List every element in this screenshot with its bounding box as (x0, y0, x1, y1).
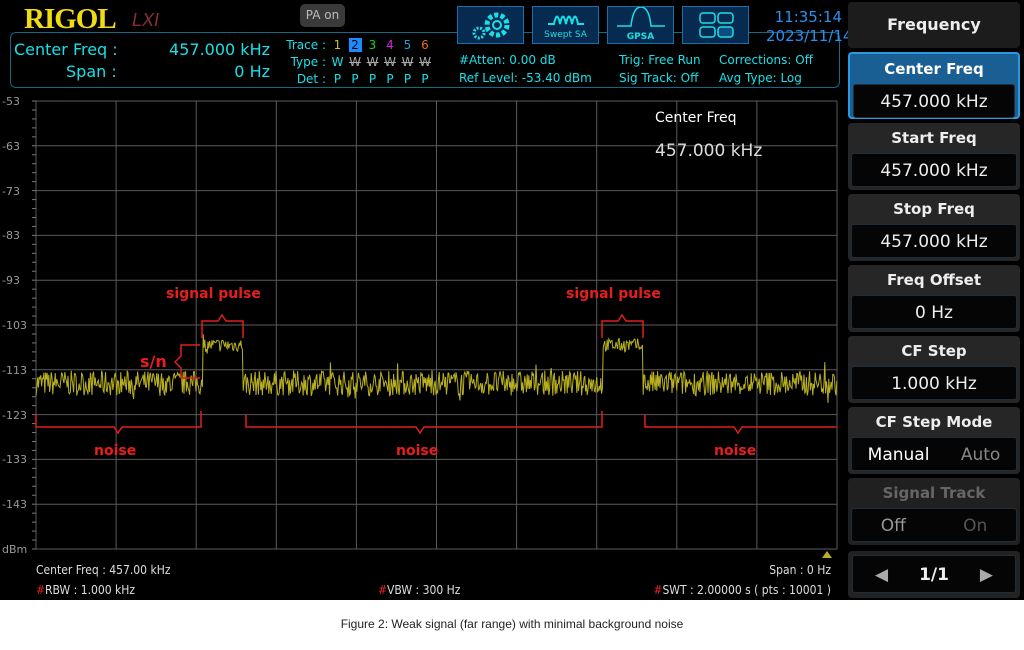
signal-track-button[interactable]: Signal Track Off On (848, 478, 1020, 545)
rbw-hash: # (36, 583, 46, 597)
sn-label: s/n (140, 352, 167, 371)
footer-swt: SWT : 2.00000 s ( pts : 10001 ) (662, 583, 831, 597)
cf-step-manual[interactable]: Manual (868, 438, 930, 470)
noise-bracket-3 (644, 415, 837, 435)
signal-pulse-label-2: signal pulse (566, 286, 661, 302)
signal-track-label: Signal Track (882, 484, 986, 502)
signal-pulse-bracket-1 (201, 313, 244, 338)
signal-pulse-label-1: signal pulse (166, 286, 261, 302)
signal-track-off[interactable]: Off (881, 509, 906, 541)
menu-title: Frequency (848, 2, 1020, 48)
noise-label-1: noise (94, 443, 137, 459)
noise-label-2: noise (396, 443, 439, 459)
vbw-hash: # (378, 583, 388, 597)
menu-cf-step-button[interactable]: CF Step 1.000 kHz (848, 336, 1020, 403)
menu-start-freq-button[interactable]: Start Freq 457.000 kHz (848, 123, 1020, 190)
menu-item-label: Start Freq (891, 129, 977, 147)
page-nav: ◀ 1/1 ▶ (848, 551, 1020, 598)
menu-item-value: 457.000 kHz (851, 153, 1017, 187)
menu-item-label: CF Step (901, 342, 967, 360)
cf-step-mode-button[interactable]: CF Step Mode Manual Auto (848, 407, 1020, 474)
next-page-icon[interactable]: ▶ (980, 556, 993, 592)
footer-span: Span : 0 Hz (769, 563, 831, 577)
signal-track-on[interactable]: On (963, 509, 987, 541)
footer-rbw: RBW : 1.000 kHz (45, 583, 136, 597)
signal-pulse-bracket-2 (601, 313, 644, 338)
cf-step-auto[interactable]: Auto (961, 438, 1000, 470)
menu-item-label: Freq Offset (887, 271, 981, 289)
menu-item-value: 0 Hz (851, 295, 1017, 329)
noise-label-3: noise (714, 443, 757, 459)
analyzer-screen: RIGOL LXI PA on Center Freq : Span : 457… (0, 0, 1024, 600)
menu-item-value: 457.000 kHz (853, 84, 1015, 118)
menu-center-freq-button[interactable]: Center Freq 457.000 kHz (848, 52, 1020, 119)
footer-vbw: VBW : 300 Hz (387, 583, 461, 597)
prev-page-icon[interactable]: ◀ (875, 556, 888, 592)
menu-freq-offset-button[interactable]: Freq Offset 0 Hz (848, 265, 1020, 332)
menu-item-label: Stop Freq (893, 200, 975, 218)
menu-item-label: Center Freq (884, 60, 984, 78)
spectrum-plot[interactable] (0, 0, 845, 560)
menu-title-text: Frequency (887, 15, 981, 34)
footer-center-freq: Center Freq : 457.00 kHz (36, 563, 171, 577)
menu-item-value: 457.000 kHz (851, 224, 1017, 258)
marker-title: Center Freq (655, 110, 737, 126)
cf-step-mode-label: CF Step Mode (875, 413, 993, 431)
marker-value: 457.000 kHz (655, 141, 763, 161)
page-indicator: 1/1 (919, 565, 949, 585)
menu-stop-freq-button[interactable]: Stop Freq 457.000 kHz (848, 194, 1020, 261)
trigger-marker-icon (822, 551, 832, 558)
menu-item-value: 1.000 kHz (851, 366, 1017, 400)
figure-caption: Figure 2: Weak signal (far range) with m… (340, 617, 684, 631)
